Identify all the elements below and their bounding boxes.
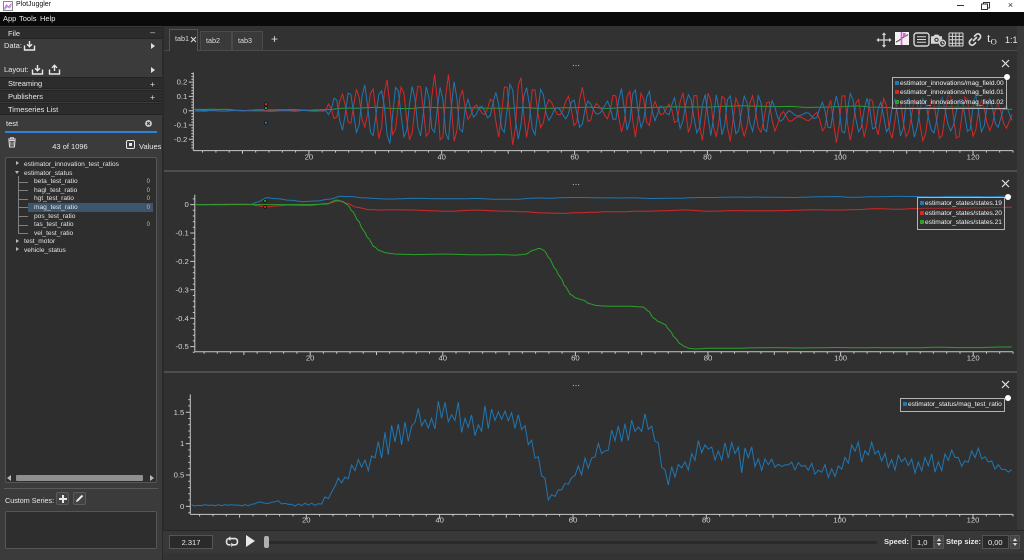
svg-text:60: 60	[571, 354, 580, 363]
svg-text:20: 20	[306, 354, 315, 363]
svg-text:0.2: 0.2	[177, 78, 188, 87]
svg-text:20: 20	[305, 153, 314, 162]
svg-text:-0.1: -0.1	[176, 229, 189, 238]
svg-text:-0.3: -0.3	[176, 285, 189, 294]
svg-text:1.5: 1.5	[174, 408, 185, 417]
svg-text:-0.4: -0.4	[176, 314, 190, 323]
svg-text:60: 60	[569, 516, 578, 525]
svg-text:40: 40	[439, 354, 448, 363]
svg-text:100: 100	[834, 354, 847, 363]
svg-text:120: 120	[967, 354, 980, 363]
svg-text:120: 120	[967, 153, 980, 162]
svg-text:120: 120	[967, 516, 980, 525]
svg-text:-0.2: -0.2	[176, 257, 189, 266]
svg-text:80: 80	[702, 516, 711, 525]
svg-text:40: 40	[437, 153, 446, 162]
svg-text:60: 60	[570, 153, 579, 162]
svg-text:0: 0	[185, 200, 189, 209]
svg-text:0.5: 0.5	[174, 471, 185, 480]
svg-text:40: 40	[435, 516, 444, 525]
svg-text:100: 100	[834, 153, 847, 162]
svg-text:20: 20	[302, 516, 311, 525]
svg-text:1: 1	[180, 439, 184, 448]
svg-text:-0.1: -0.1	[174, 121, 187, 130]
svg-text:0: 0	[183, 106, 187, 115]
svg-text:80: 80	[704, 354, 713, 363]
svg-text:100: 100	[833, 516, 846, 525]
svg-text:80: 80	[703, 153, 712, 162]
svg-text:-0.2: -0.2	[174, 135, 187, 144]
svg-text:0: 0	[180, 502, 184, 511]
svg-text:0.1: 0.1	[177, 92, 188, 101]
svg-text:-0.5: -0.5	[176, 342, 189, 351]
